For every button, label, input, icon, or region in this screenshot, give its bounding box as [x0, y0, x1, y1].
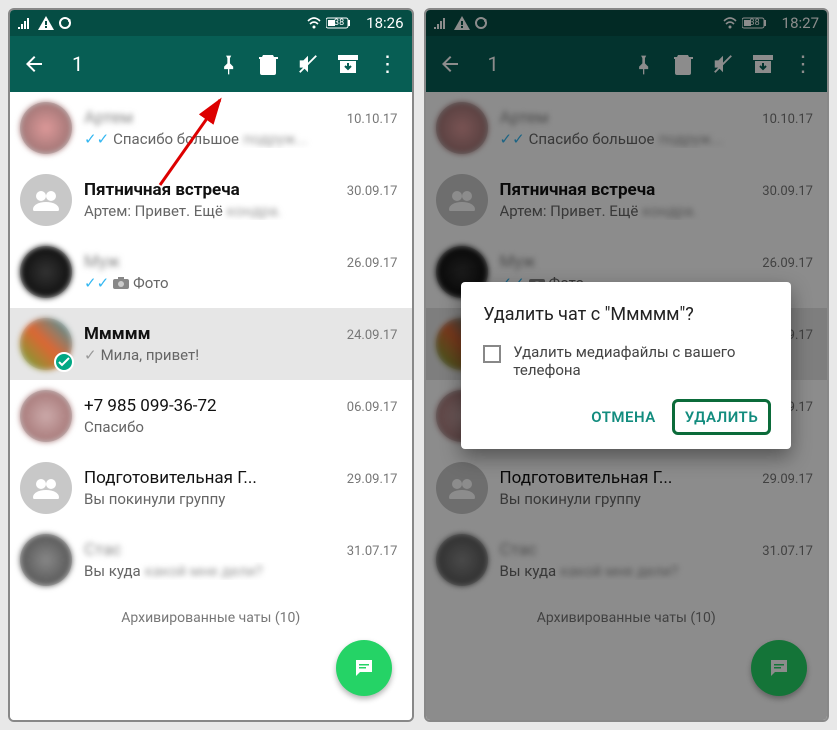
avatar[interactable] [20, 246, 72, 298]
chat-date: 10.10.17 [347, 112, 398, 127]
chat-date: 06.09.17 [347, 400, 398, 415]
avatar[interactable] [20, 102, 72, 154]
chat-row[interactable]: Муж 26.09.17 ✓✓Фото [10, 236, 412, 308]
warning-icon [38, 16, 54, 30]
chat-row[interactable]: Пятничная встреча 30.09.17 Артем: Привет.… [10, 164, 412, 236]
chat-message: ✓✓Спасибо большоеподруж... [84, 130, 398, 148]
delete-icon[interactable] [254, 50, 282, 78]
chat-message: Спасибо [84, 418, 398, 436]
chat-name: Артем [84, 108, 133, 128]
modal-overlay[interactable]: Удалить чат с "Ммммм"? Удалить медиафайл… [426, 10, 828, 720]
chat-message: Артем: Привет. Ещёкондра. [84, 202, 398, 220]
pin-icon[interactable] [214, 50, 242, 78]
selection-toolbar: 1 ⋮ [10, 36, 412, 92]
chat-row[interactable]: Стас 31.07.17 Вы кудакакой мне дели? [10, 524, 412, 596]
avatar[interactable] [20, 390, 72, 442]
chat-message: ✓Мила, привет! [84, 346, 398, 364]
chat-name: +7 985 099-36-72 [84, 396, 217, 416]
avatar[interactable] [20, 462, 72, 514]
dialog-title: Удалить чат с "Ммммм"? [483, 304, 771, 325]
camera-icon [113, 277, 129, 289]
chat-date: 31.07.17 [347, 544, 398, 559]
signal-icon [18, 17, 34, 29]
wifi-icon [306, 17, 322, 29]
selected-check-icon [54, 352, 74, 372]
chat-message: ✓✓Фото [84, 274, 398, 292]
cancel-button[interactable]: ОТМЕНА [579, 400, 668, 434]
new-chat-fab[interactable] [336, 640, 392, 696]
chat-date: 24.09.17 [347, 328, 398, 343]
mute-icon[interactable] [294, 50, 322, 78]
chat-date: 30.09.17 [347, 184, 398, 199]
chat-row[interactable]: Ммммм 24.09.17 ✓Мила, привет! [10, 308, 412, 380]
chat-date: 29.09.17 [347, 472, 398, 487]
avatar[interactable] [20, 534, 72, 586]
archived-chats-label[interactable]: Архивированные чаты (10) [10, 596, 412, 644]
chat-name: Пятничная встреча [84, 180, 240, 200]
phone-left: 38 18:26 1 ⋮ Артем10.10.17 ✓✓Спасиб [8, 8, 414, 722]
avatar[interactable] [20, 318, 72, 370]
clock-text: 18:26 [366, 14, 403, 32]
battery-text: 38 [334, 18, 344, 28]
chat-message: Вы покинули группу [84, 490, 398, 508]
chat-name: Подготовительная Г... [84, 468, 257, 488]
battery-icon: 38 [326, 17, 362, 29]
delete-media-checkbox[interactable]: Удалить медиафайлы с вашего телефона [483, 343, 771, 379]
chat-name: Стас [84, 540, 121, 560]
chat-list[interactable]: Артем 10.10.17 ✓✓Спасибо большоеподруж...… [10, 92, 412, 720]
selection-count: 1 [72, 52, 202, 76]
chat-row[interactable]: +7 985 099-36-72 06.09.17 Спасибо [10, 380, 412, 452]
chat-date: 26.09.17 [347, 256, 398, 271]
checkbox-label: Удалить медиафайлы с вашего телефона [513, 343, 771, 379]
back-icon[interactable] [20, 50, 48, 78]
avatar[interactable] [20, 174, 72, 226]
phone-right: 38 18:27 1 ⋮ Артем10.10.17 ✓✓Спасибо бол [424, 8, 830, 722]
more-icon[interactable]: ⋮ [374, 50, 402, 78]
chat-message: Вы кудакакой мне дели? [84, 562, 398, 580]
delete-chat-dialog: Удалить чат с "Ммммм"? Удалить медиафайл… [461, 282, 791, 449]
archive-icon[interactable] [334, 50, 362, 78]
chat-name: Ммммм [84, 324, 151, 344]
checkbox-icon[interactable] [483, 345, 501, 363]
chat-name: Муж [84, 252, 120, 272]
confirm-delete-button[interactable]: УДАЛИТЬ [672, 399, 771, 435]
sync-icon [58, 16, 72, 30]
chat-row[interactable]: Подготовительная Г... 29.09.17 Вы покинул… [10, 452, 412, 524]
chat-row[interactable]: Артем 10.10.17 ✓✓Спасибо большоеподруж... [10, 92, 412, 164]
status-bar: 38 18:26 [10, 10, 412, 36]
